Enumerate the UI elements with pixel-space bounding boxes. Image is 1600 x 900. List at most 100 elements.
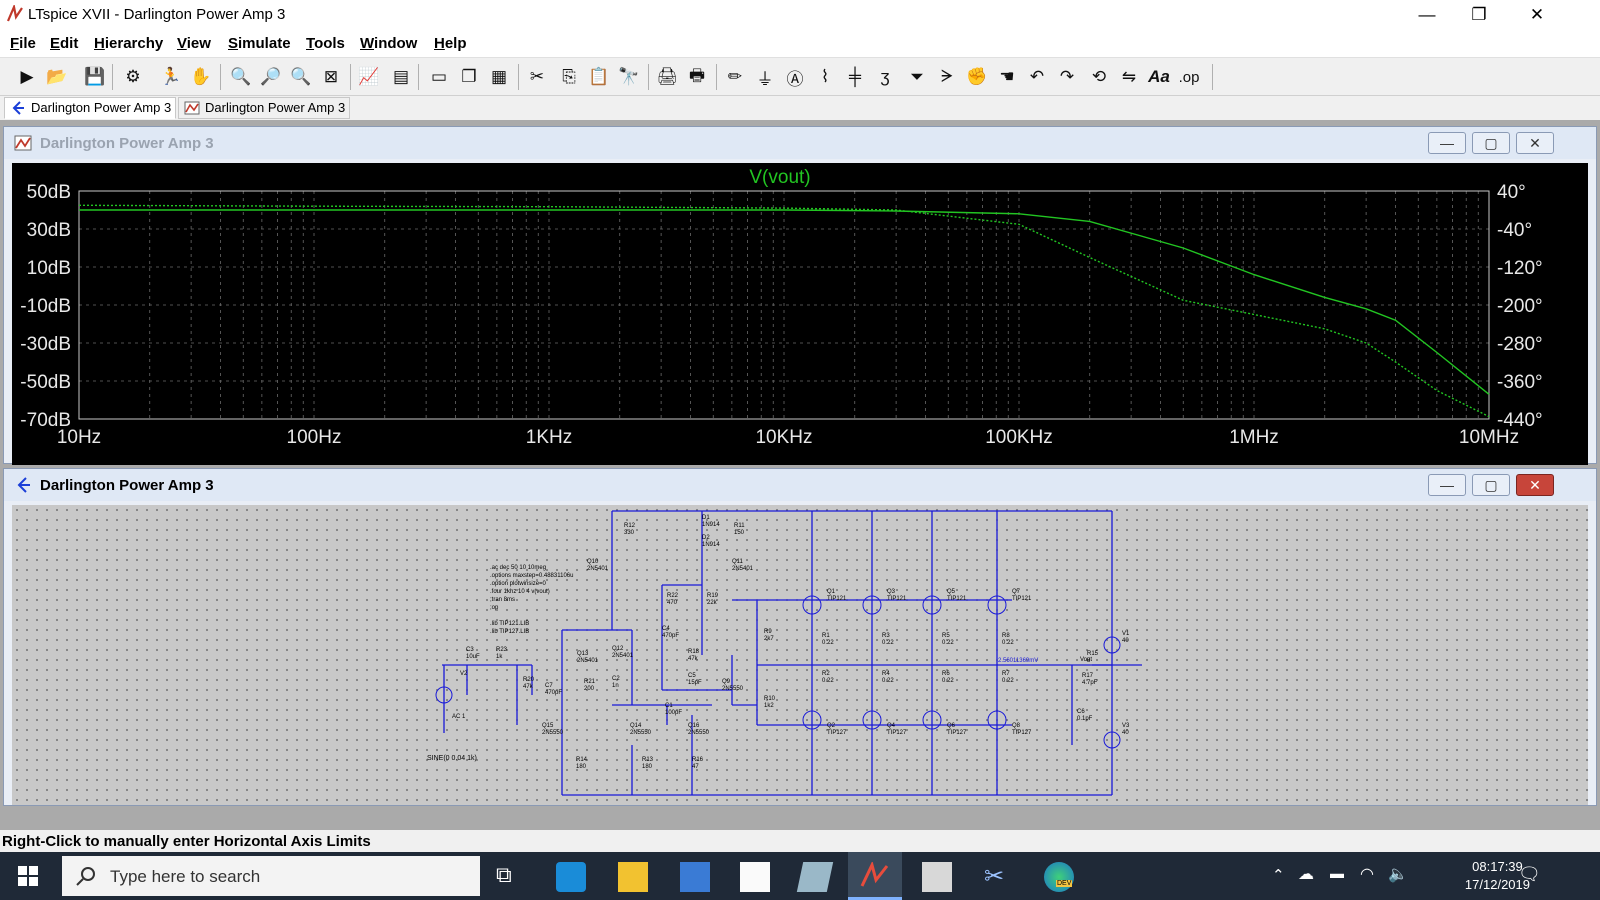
resistor-icon[interactable]: ⌇	[812, 64, 838, 90]
component-ref-label[interactable]: R14	[576, 757, 588, 763]
wifi-icon[interactable]: ◠	[1360, 864, 1374, 884]
move-hand-icon[interactable]: ✊	[964, 64, 990, 90]
cut-icon[interactable]: ✂	[524, 64, 550, 90]
component-ref-label[interactable]: Q3	[887, 589, 896, 595]
spice-directive-button[interactable]: .op	[1176, 64, 1202, 90]
print-icon[interactable]: 🖨	[654, 64, 680, 90]
component-ref-label[interactable]: R8	[1002, 633, 1010, 639]
schematic-drawing[interactable]: R12330R11150D11N914D21N914Q102N5401Q112N…	[12, 505, 1588, 805]
find-binoculars-icon[interactable]: 🔭	[616, 64, 642, 90]
schematic-canvas[interactable]: R12 330 R11 150 D1 1N914 D2 1N914 Q10 2N5401 Q11 2N…	[12, 505, 1588, 805]
save-icon[interactable]: 💾	[82, 64, 108, 90]
component-ref-label[interactable]: R6	[942, 671, 950, 677]
component-ref-label[interactable]: D2	[702, 535, 710, 541]
wire-pencil-icon[interactable]: ✏	[722, 64, 748, 90]
task-view-icon[interactable]: ⧉	[496, 862, 526, 892]
component-ref-label[interactable]: Q6	[947, 723, 956, 729]
windows-start-icon[interactable]	[18, 866, 38, 886]
run-icon[interactable]: 🏃	[158, 64, 184, 90]
component-value-label[interactable]: 2k7	[764, 636, 774, 642]
open-folder-icon[interactable]: 📂	[44, 64, 70, 90]
component-ref-label[interactable]: R22	[667, 593, 679, 599]
document-icon[interactable]	[740, 862, 770, 892]
file-explorer-icon[interactable]	[618, 862, 648, 892]
pan-hand-icon[interactable]: ✋	[188, 64, 214, 90]
component-ref-label[interactable]: R7	[1002, 671, 1010, 677]
component-ref-label[interactable]: R12	[624, 523, 636, 529]
trace-label-vout[interactable]: V(vout)	[749, 167, 810, 188]
component-value-label[interactable]: 470	[667, 600, 678, 606]
spice-directive-text[interactable]: .lib TIP127.LIB	[490, 629, 529, 635]
component-ref-label[interactable]: C4	[662, 626, 670, 632]
ground-icon[interactable]: ⏚	[752, 64, 778, 90]
component-value-label[interactable]: 47k	[523, 684, 534, 690]
component-value-label[interactable]: 0.22	[1002, 640, 1014, 646]
source-ac-label[interactable]: AC 1	[452, 714, 466, 720]
vout-net-label[interactable]: Vout	[1080, 657, 1092, 663]
component-ref-label[interactable]: C1	[665, 703, 673, 709]
component-ref-label[interactable]: Q8	[1012, 723, 1021, 729]
component-value-label[interactable]: TIP127	[947, 730, 967, 736]
snipping-tool-icon[interactable]: ✂	[984, 862, 1014, 892]
menu-file[interactable]: File	[10, 35, 36, 52]
component-ref-label[interactable]: R13	[642, 757, 654, 763]
bank-app-icon[interactable]	[680, 862, 710, 892]
component-value-label[interactable]: 2N5401	[587, 566, 609, 572]
control-panel-icon[interactable]: ⚙	[120, 64, 146, 90]
component-ref-label[interactable]: Q15	[542, 723, 554, 729]
plot-minimize-button[interactable]: —	[1428, 132, 1466, 154]
schematic-close-button[interactable]: ✕	[1516, 474, 1554, 496]
component-ref-label[interactable]: Q14	[630, 723, 642, 729]
component-ref-label[interactable]: Q16	[688, 723, 700, 729]
menu-tools[interactable]: Tools	[306, 35, 345, 52]
print-preview-icon[interactable]: 🖶	[684, 64, 710, 90]
show-hidden-icons-icon[interactable]: ⌃	[1272, 866, 1285, 884]
bode-chart[interactable]: 10Hz 100Hz 1KHz 10KHz 100KHz 1MHz 10MHz50dB30d…	[12, 163, 1588, 465]
inductor-icon[interactable]: ʒ	[872, 64, 898, 90]
component-value-label[interactable]: 10uF	[466, 654, 480, 660]
rotate-icon[interactable]: ⟲	[1086, 64, 1112, 90]
component-value-label[interactable]: 0.22	[882, 678, 894, 684]
component-value-label[interactable]: 2N5550	[542, 730, 564, 736]
component-value-label[interactable]: 0.22	[882, 640, 894, 646]
spice-directive-text[interactable]: .options maxstep=0.48831106u	[490, 573, 573, 579]
taskbar-search-box[interactable]: Type here to search	[62, 856, 480, 896]
component-value-label[interactable]: 1N914	[702, 522, 720, 528]
label-net-icon[interactable]: Ⓐ	[782, 64, 808, 90]
component-ref-label[interactable]: Q1	[827, 589, 836, 595]
component-ref-label[interactable]: R23	[496, 647, 508, 653]
component-value-label[interactable]: TIP121	[947, 596, 967, 602]
component-value-label[interactable]: 470pF	[545, 690, 562, 696]
component-ref-label[interactable]: Q2	[827, 723, 836, 729]
component-ref-label[interactable]: R4	[882, 671, 890, 677]
component-ref-label[interactable]: C7	[545, 683, 553, 689]
component-ref-label[interactable]: Q9	[722, 679, 731, 685]
menu-view[interactable]: View	[177, 35, 211, 52]
component-value-label[interactable]: 2N5550	[688, 730, 710, 736]
component-value-label[interactable]: 0.22	[942, 678, 954, 684]
component-ref-label[interactable]: Q7	[1012, 589, 1021, 595]
tab-waveform[interactable]: Darlington Power Amp 3	[178, 97, 351, 119]
component-ref-label[interactable]: Q4	[887, 723, 896, 729]
component-ref-label[interactable]: R11	[734, 523, 745, 529]
component-value-label[interactable]: 150	[734, 530, 745, 536]
component-value-label[interactable]: 22k	[707, 600, 718, 606]
component-value-label[interactable]: 2N5550	[722, 686, 744, 692]
component-ref-label[interactable]: C2	[612, 676, 620, 682]
menu-hierarchy[interactable]: Hierarchy	[94, 35, 163, 52]
component-ref-label[interactable]: C6	[1077, 709, 1085, 715]
menu-help[interactable]: Help	[434, 35, 467, 52]
component-ref-label[interactable]: R1	[822, 633, 830, 639]
component-ref-label[interactable]: Q13	[577, 651, 589, 657]
zoom-pan-icon[interactable]: 🔎	[258, 64, 284, 90]
menu-window[interactable]: Window	[360, 35, 417, 52]
component-value-label[interactable]: 0.1pF	[1077, 716, 1093, 722]
component-value-label[interactable]: 330	[624, 530, 635, 536]
app-refresh-icon[interactable]	[556, 862, 586, 892]
component-value-label[interactable]: 1k2	[764, 703, 774, 709]
component-value-label[interactable]: 1N914	[702, 542, 720, 548]
component-value-label[interactable]: TIP127	[827, 730, 847, 736]
schematic-minimize-button[interactable]: —	[1428, 474, 1466, 496]
autorange-icon[interactable]: 📈	[356, 64, 382, 90]
component-value-label[interactable]: 100pF	[665, 710, 682, 716]
